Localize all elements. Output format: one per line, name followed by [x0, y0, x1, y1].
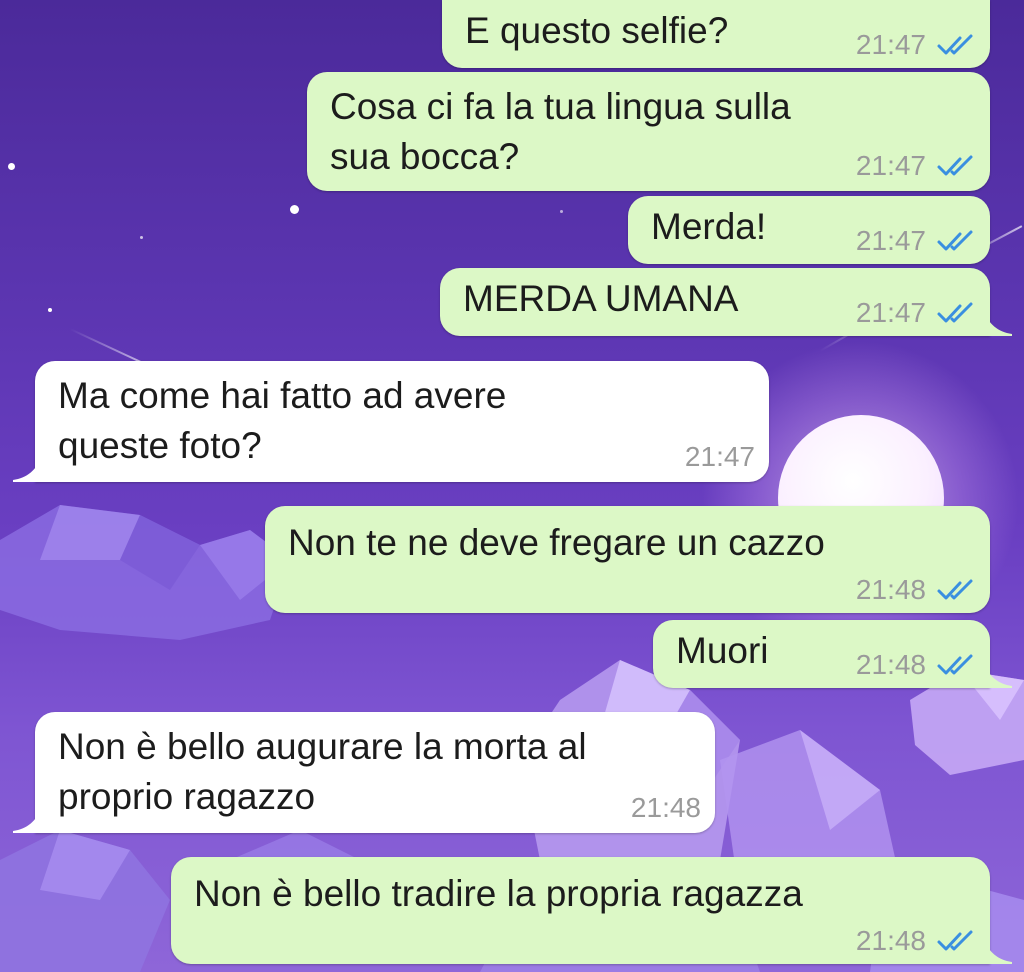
message-timestamp: 21:47	[684, 441, 755, 472]
message-bubble-incoming[interactable]: Non è bello augurare la morta al proprio…	[13, 712, 715, 833]
message-text: MERDA UMANA	[463, 278, 739, 319]
bubble-tail	[984, 938, 1012, 964]
message-meta: 21:48	[856, 924, 976, 958]
double-check-read-icon	[937, 230, 973, 251]
message-meta: 21:47	[856, 296, 976, 330]
double-check-read-icon	[937, 155, 973, 176]
bubble-tail	[13, 807, 41, 833]
message-meta: 21:48	[856, 648, 976, 682]
bubble-tail	[984, 310, 1012, 336]
double-check-read-icon	[937, 302, 973, 323]
message-bubble-outgoing[interactable]: MERDA UMANA 21:47	[440, 268, 1012, 336]
message-text: Non è bello tradire la propria ragazza	[194, 873, 803, 914]
message-timestamp: 21:47	[855, 297, 926, 328]
double-check-read-icon	[937, 34, 973, 55]
double-check-read-icon	[937, 930, 973, 951]
message-meta: 21:48	[856, 573, 976, 607]
message-meta: 21:47	[856, 149, 976, 183]
message-meta: 21:47	[856, 224, 976, 258]
message-text: Ma come hai fatto ad avere queste foto?	[58, 375, 507, 466]
message-text: E questo selfie?	[465, 10, 729, 51]
message-meta: 21:47	[685, 440, 755, 474]
message-bubble-incoming[interactable]: Ma come hai fatto ad avere queste foto? …	[13, 361, 769, 482]
message-timestamp: 21:48	[630, 792, 701, 823]
message-meta: 21:48	[631, 791, 701, 825]
message-text: Muori	[676, 630, 769, 671]
message-bubble-outgoing[interactable]: Non te ne deve fregare un cazzo 21:48	[265, 506, 990, 613]
message-text: Cosa ci fa la tua lingua sulla sua bocca…	[330, 86, 791, 177]
message-bubble-outgoing[interactable]: Muori 21:48	[653, 620, 1012, 688]
message-timestamp: 21:48	[855, 649, 926, 680]
message-text: Non te ne deve fregare un cazzo	[288, 522, 825, 563]
message-timestamp: 21:47	[855, 29, 926, 60]
bubble-tail	[13, 456, 41, 482]
message-bubble-outgoing[interactable]: E questo selfie? 21:47	[442, 0, 990, 68]
message-text: Merda!	[651, 206, 767, 247]
message-bubble-outgoing[interactable]: Cosa ci fa la tua lingua sulla sua bocca…	[307, 72, 990, 191]
message-text: Non è bello augurare la morta al proprio…	[58, 726, 587, 817]
double-check-read-icon	[937, 654, 973, 675]
message-timestamp: 21:48	[855, 574, 926, 605]
message-bubble-outgoing[interactable]: Merda! 21:47	[628, 196, 990, 264]
message-bubble-outgoing[interactable]: Non è bello tradire la propria ragazza 2…	[171, 857, 1012, 964]
message-timestamp: 21:47	[855, 225, 926, 256]
double-check-read-icon	[937, 579, 973, 600]
message-timestamp: 21:48	[855, 925, 926, 956]
message-timestamp: 21:47	[855, 150, 926, 181]
bubble-tail	[984, 662, 1012, 688]
message-meta: 21:47	[856, 28, 976, 62]
